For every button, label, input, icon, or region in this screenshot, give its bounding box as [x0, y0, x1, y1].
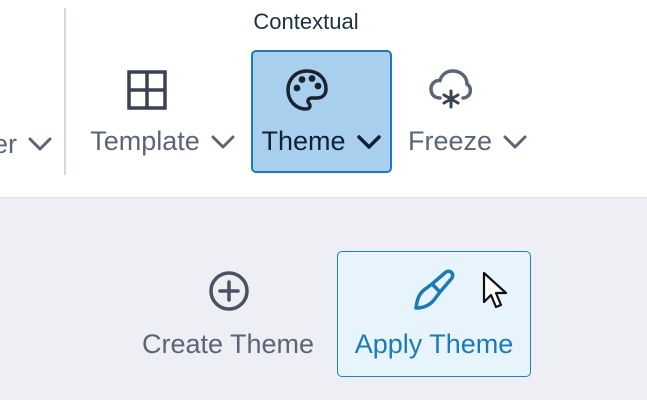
create-theme-label: Create Theme: [141, 329, 315, 359]
apply-theme-button[interactable]: Apply Theme: [337, 251, 531, 377]
theme-button[interactable]: Theme: [251, 50, 392, 173]
snow-cloud-icon: [429, 69, 472, 109]
freeze-button[interactable]: Freeze: [398, 50, 538, 173]
chevron-down-icon: [503, 135, 527, 148]
truncated-button-label: er: [0, 128, 18, 159]
truncated-dropdown-button[interactable]: er: [0, 126, 53, 162]
ribbon: Contextual er Template Theme Freeze: [0, 0, 647, 197]
freeze-label: Freeze: [407, 126, 493, 156]
theme-label: Theme: [261, 126, 346, 156]
plus-circle-icon: [209, 271, 249, 311]
chevron-down-icon: [211, 135, 235, 148]
create-theme-button[interactable]: Create Theme: [128, 251, 328, 377]
apply-theme-label: Apply Theme: [354, 329, 514, 359]
palette-icon: [286, 69, 328, 111]
group-divider: [64, 8, 66, 175]
template-label: Template: [90, 126, 200, 156]
mouse-cursor-icon: [482, 271, 508, 309]
template-button[interactable]: Template: [78, 50, 248, 173]
paintbrush-icon: [414, 269, 455, 310]
group-title: Contextual: [253, 9, 359, 34]
chevron-down-icon: [356, 134, 381, 149]
grid-icon: [127, 70, 167, 110]
chevron-down-icon: [28, 137, 52, 151]
